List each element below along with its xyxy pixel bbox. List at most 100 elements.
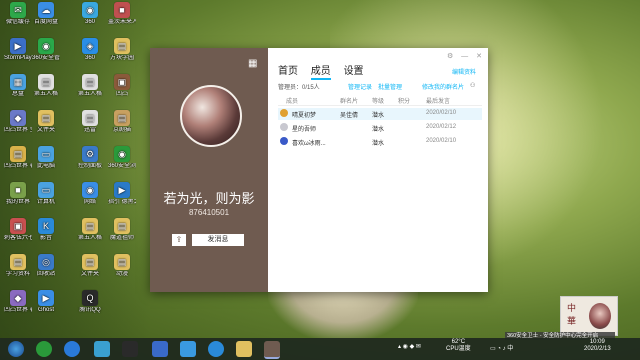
send-message-button[interactable]: 发消息: [192, 234, 244, 246]
qr-code-icon[interactable]: ▦: [248, 58, 257, 69]
desktop-icon[interactable]: ◈ 360: [76, 38, 104, 62]
desktop-icon[interactable]: ▣ 凹凸: [108, 74, 136, 98]
desktop-icon-label: 第五人格: [77, 235, 102, 241]
desktop-icon[interactable]: ▤ 第五人格: [76, 74, 104, 98]
col-member[interactable]: 成员: [286, 96, 298, 105]
edit-profile-link[interactable]: 编辑资料: [452, 67, 476, 76]
desktop-icon[interactable]: ⚙ 控制面板: [76, 146, 104, 170]
desktop-icon[interactable]: ◎ 回收站: [32, 254, 60, 278]
desktop-icon[interactable]: ▭ 计算机: [32, 182, 60, 206]
batch-manage-link[interactable]: 批量管理: [378, 82, 402, 91]
member-last: 2020/02/10: [426, 110, 457, 116]
desktop-icon[interactable]: ▤ 京剧猫: [108, 110, 136, 134]
desktop-icon[interactable]: ▤ 学习资料: [4, 254, 32, 278]
desktop-icon[interactable]: ◉ 网络: [76, 182, 104, 206]
member-row[interactable]: 晴夏初梦 吴佳倩 潜水 2020/02/10: [278, 108, 482, 120]
col-level[interactable]: 等级: [372, 96, 384, 105]
desktop-icon[interactable]: ◉360安全管家: [32, 38, 60, 62]
member-avatar[interactable]: [280, 137, 288, 145]
member-avatar[interactable]: [280, 109, 288, 117]
add-member-icon[interactable]: ⚇: [470, 82, 475, 89]
desktop-icon-label: 魔道祖师: [109, 235, 134, 241]
media-player-icon[interactable]: [180, 341, 196, 357]
apps-icon[interactable]: [94, 341, 110, 357]
desktop-icon-label: 凹凸世界 全员表情: [4, 127, 32, 133]
desktop-icon-label: 文件夹: [36, 127, 55, 133]
desktop-icon-image: ▤: [10, 146, 26, 162]
share-icon[interactable]: ⇪: [172, 234, 186, 246]
desktop-icon[interactable]: ▤ 魔道祖师: [108, 218, 136, 242]
edit-my-card-link[interactable]: 修改我的群名片: [422, 82, 464, 91]
member-avatar[interactable]: [280, 123, 288, 131]
desktop-icon-image: ▤: [114, 38, 130, 54]
qq-group-task-icon[interactable]: [264, 341, 280, 359]
desktop-icon[interactable]: ☁ 百度网盘: [32, 2, 60, 26]
video-icon[interactable]: [152, 341, 168, 357]
desktop-icon[interactable]: ▤ 文件夹: [76, 254, 104, 278]
col-last-speak[interactable]: 最后发言: [426, 96, 450, 105]
desktop-icon-image: ▤: [38, 110, 54, 126]
desktop-icon[interactable]: ▤ 文件夹: [32, 110, 60, 134]
col-score[interactable]: 积分: [398, 96, 410, 105]
tab-home[interactable]: 首页: [278, 66, 298, 77]
player-k-icon[interactable]: [64, 341, 80, 357]
group-info-window: ▦ 若为光，则为影 876410501 ⇪ 发消息 ⚙ — ✕ 首页 成员 设置…: [150, 48, 488, 292]
cpu-temp-value: 62°C: [451, 339, 466, 345]
desktop-icon[interactable]: ◆凹凸世界 表情包: [4, 290, 32, 314]
netdisk-icon[interactable]: [208, 341, 224, 357]
member-row[interactable]: 星的吾师 潜水 2020/02/12: [278, 122, 482, 134]
desktop-icon[interactable]: ◆凹凸世界 全员表情: [4, 110, 32, 134]
desktop-icon[interactable]: ▭ 此电脑: [32, 146, 60, 170]
desktop-icon[interactable]: ▤ 动漫: [108, 254, 136, 278]
desktop-icon-label: 刺客伍六七: [4, 235, 32, 241]
desktop-icon[interactable]: ▶指引 德黑之王: [108, 182, 136, 206]
desktop-icon[interactable]: ■ 我的世界: [4, 182, 32, 206]
close-icon[interactable]: ✕: [476, 53, 482, 60]
desktop-icon[interactable]: K 影音: [32, 218, 60, 242]
desktop-icon-label: 百度网盘: [33, 19, 58, 25]
desktop-icon-image: ▶: [38, 290, 54, 306]
start-button[interactable]: [8, 341, 24, 357]
manage-log-link[interactable]: 管理记录: [348, 82, 372, 91]
desktop-icon[interactable]: ▶StormPlayer 快捷方式: [4, 38, 32, 62]
calendar-glyph: 中華: [567, 303, 577, 326]
clock[interactable]: 10:09 2020/2/13: [584, 339, 611, 353]
tab-settings[interactable]: 设置: [344, 66, 364, 77]
desktop-icon-label: 总盘: [11, 91, 24, 97]
desktop-icon[interactable]: ▶ Ghost: [32, 290, 60, 314]
member-row[interactable]: 喜欢ω冰雨... 潜水 2020/02/10: [278, 136, 482, 148]
group-name: 若为光，则为影: [163, 192, 255, 207]
desktop-icon[interactable]: ▤ 第五人格: [76, 218, 104, 242]
desktop-icon-label: 方块学园: [109, 55, 134, 61]
desktop-icon[interactable]: ■盖茨未来人大: [108, 2, 136, 26]
desktop-icon[interactable]: ▤ 第五人格: [32, 74, 60, 98]
taskbar: ▴ ◉ ◆ ✉ 62°C CPU温度 ▭ ◔ ♪ 中 10:09 2020/2/…: [0, 338, 640, 360]
desktop-calendar-widget[interactable]: 中華: [560, 296, 618, 336]
desktop-icon-label: 动漫: [115, 271, 128, 277]
desktop-icon-label: 360安全管家: [32, 55, 60, 61]
minimize-icon[interactable]: —: [461, 53, 468, 60]
desktop-icon[interactable]: ▤ 方块学园: [108, 38, 136, 62]
desktop-icon-image: ✉: [10, 2, 26, 18]
group-avatar[interactable]: [180, 85, 242, 147]
browser-360-icon[interactable]: [36, 341, 52, 357]
network-volume-icons[interactable]: ▭ ◔ ♪ 中: [490, 343, 513, 352]
tab-members[interactable]: 成员: [310, 66, 331, 80]
desktop-icon-image: ◉: [38, 38, 54, 54]
desktop-icon[interactable]: ▣ 刺客伍六七: [4, 218, 32, 242]
col-card[interactable]: 群名片: [340, 96, 358, 105]
desktop-icon-label: 控制面板: [77, 163, 102, 169]
tray-icons[interactable]: ▴ ◉ ◆ ✉: [398, 343, 421, 350]
settings-icon[interactable]: ⚙: [447, 53, 453, 60]
group-number: 876410501: [188, 208, 230, 217]
desktop-icon[interactable]: Q 腾讯QQ: [76, 290, 104, 314]
file-explorer-icon[interactable]: [236, 341, 252, 357]
desktop-icon[interactable]: ◉360安全浏览器: [108, 146, 136, 170]
qq-icon[interactable]: [122, 341, 138, 357]
desktop-icon[interactable]: ▤ 迅雷: [76, 110, 104, 134]
desktop-icon[interactable]: ◉ 360: [76, 2, 104, 26]
desktop-icon[interactable]: ▤凹凸世界 表情包: [4, 146, 32, 170]
desktop-icon[interactable]: ✉ 微信缓存: [4, 2, 32, 26]
desktop-icon[interactable]: ▦ 总盘: [4, 74, 32, 98]
desktop-icon-label: 回收站: [36, 271, 55, 277]
